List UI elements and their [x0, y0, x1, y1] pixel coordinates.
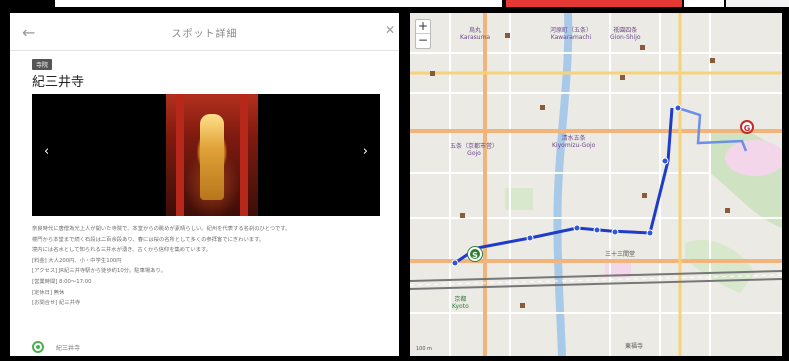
spot-detail-panel: ← スポット詳細 ✕ 寺院 紀三井寺 ‹ › 奈良時代に唐僧為光上人が開いた寺院… — [10, 13, 399, 356]
station-label-kawaramachi: 河原町（五条） Kawaramachi — [550, 27, 593, 41]
header-title: スポット詳細 — [171, 29, 238, 40]
station-label-gojo: 五条（京都市営） Gojo — [450, 143, 499, 157]
photo-statue — [200, 114, 224, 200]
image-carousel[interactable]: ‹ › — [32, 94, 380, 216]
start-marker[interactable]: S — [468, 247, 482, 261]
address-text: 紀三井寺 — [56, 345, 81, 352]
location-pin-icon — [32, 341, 44, 353]
active-tab-indicator[interactable] — [506, 0, 682, 7]
zoom-out-button[interactable]: − — [416, 34, 430, 48]
spot-detail-header: ← スポット詳細 ✕ — [10, 13, 399, 51]
spot-photo — [166, 94, 258, 216]
description-line: 楼門から本堂まで続く石段は二百余段あり、春には桜の名所として多くの参拝客でにぎわ… — [32, 236, 265, 243]
chevron-right-icon[interactable]: › — [363, 144, 368, 159]
top-bar-edge — [726, 0, 789, 7]
station-label-gionshijo: 祇園四条 Gion-Shijo — [610, 27, 641, 41]
station-label-kiyomizu: 清水五条 Kiyomizu-Gojo — [552, 135, 596, 149]
place-label-tofukuji: 東福寺 — [625, 343, 644, 350]
chevron-left-icon[interactable]: ‹ — [44, 144, 49, 159]
description-line: [アクセス] JR紀三井寺駅から徒歩約10分。駐車場あり。 — [32, 268, 166, 275]
station-label-karasuma: 烏丸 Karasuma — [460, 27, 491, 41]
description-line: 境内には名水として知られる三井水が湧き、古くから信仰を集めています。 — [32, 247, 212, 254]
description-line: [料金] 大人200円、小・中学生100円 — [32, 257, 122, 264]
zoom-in-button[interactable]: + — [416, 20, 430, 34]
zoom-control: + − — [415, 19, 431, 49]
place-label-sanjusangendo: 三十三間堂 — [605, 251, 636, 258]
description-line: [定休日] 無休 — [32, 289, 65, 296]
photo-pillar — [176, 94, 184, 216]
close-icon[interactable]: ✕ — [385, 23, 395, 37]
route-map[interactable]: + − 烏丸 Karasuma 河原町（五条） Kawaramachi 祇園四条 Gi… — [410, 13, 782, 356]
goal-marker[interactable]: G — [740, 120, 754, 134]
top-strip — [0, 0, 789, 8]
category-tag: 寺院 — [32, 59, 53, 70]
top-bar-left — [55, 0, 502, 7]
photo-pillar — [240, 94, 248, 216]
spot-description: 奈良時代に唐僧為光上人が開いた寺院で、本堂からの眺めが素晴らしい。紀州を代表する… — [32, 224, 382, 309]
station-label-kyoto: 京都 Kyoto — [452, 296, 469, 310]
top-bar-right — [684, 0, 724, 7]
description-line: 奈良時代に唐僧為光上人が開いた寺院で、本堂からの眺めが素晴らしい。紀州を代表する… — [32, 226, 291, 232]
description-line: [営業時間] 8:00～17:00 — [32, 278, 92, 285]
map-scale: 100 m — [416, 346, 433, 352]
description-line: [お問合せ] 紀三井寺 — [32, 300, 81, 307]
spot-title: 紀三井寺 — [32, 75, 85, 90]
